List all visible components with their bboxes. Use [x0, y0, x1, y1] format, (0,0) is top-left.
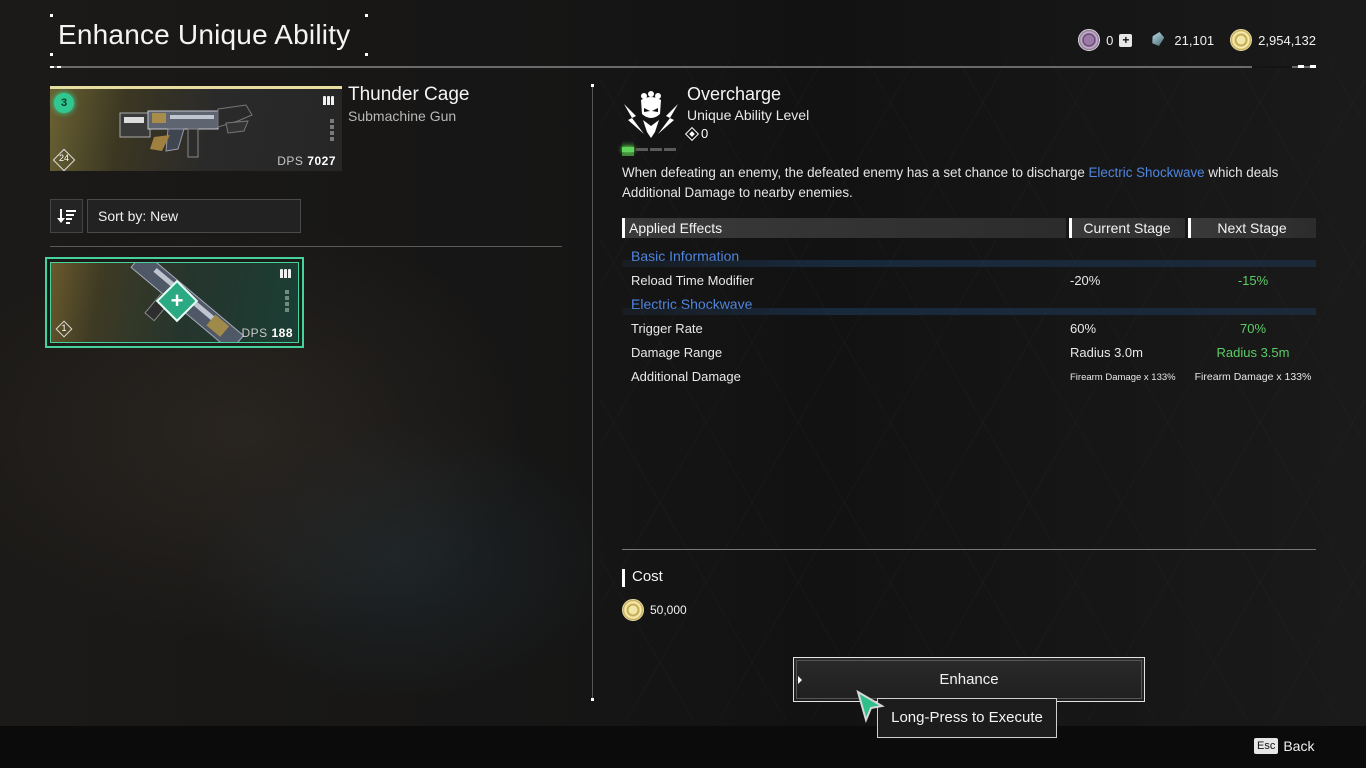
currency-crystal: 21,101 — [1148, 30, 1214, 50]
crystal-icon — [1148, 30, 1168, 50]
currency-gold: 2,954,132 — [1230, 29, 1316, 51]
rarity-badge: 3 — [54, 93, 74, 113]
weapon-image — [119, 104, 253, 158]
table-row: Trigger Rate 60% 70% — [631, 321, 1267, 336]
enhance-button[interactable]: Enhance — [793, 657, 1145, 702]
mouse-cursor-icon — [856, 690, 885, 724]
cost-heading: Cost — [622, 568, 663, 587]
page-title-frame: Enhance Unique Ability — [50, 14, 368, 56]
sort-icon — [56, 209, 76, 224]
panel-divider — [592, 84, 593, 700]
footer-bar — [0, 726, 1366, 768]
cost-divider — [622, 549, 1316, 550]
ability-description: When defeating an enemy, the defeated en… — [622, 165, 1279, 200]
gold-icon — [622, 599, 644, 621]
material-weapon-card[interactable]: + 1 DPS 188 — [45, 257, 304, 348]
module-slots — [285, 290, 289, 312]
list-divider — [50, 246, 562, 247]
ammo-type-icon — [323, 95, 335, 105]
overcharge-ability-icon — [624, 91, 678, 138]
background-pattern — [600, 60, 1366, 720]
level-pip — [636, 148, 648, 151]
weapon-name: Thunder Cage — [348, 84, 470, 105]
back-label: Back — [1283, 738, 1315, 754]
ammo-type-icon — [280, 268, 292, 278]
keyword-link[interactable]: Electric Shockwave — [1089, 165, 1205, 180]
weapon-dps: DPS 7027 — [277, 154, 336, 168]
level-pip — [622, 147, 634, 152]
caret-icon — [798, 676, 802, 684]
back-button[interactable]: Esc Back — [1254, 738, 1314, 754]
module-slots — [330, 119, 334, 141]
sort-order-button[interactable] — [50, 199, 83, 233]
level-pip — [664, 148, 676, 151]
gold-icon — [1230, 29, 1253, 51]
currency-caliber: 0 + — [1078, 29, 1133, 51]
header-next-stage: Next Stage — [1188, 218, 1316, 238]
cost-amount: 50,000 — [650, 603, 687, 617]
ability-level-progress — [622, 147, 676, 152]
table-row: Reload Time Modifier -20% -15% — [631, 273, 1269, 288]
ability-name: Overcharge — [687, 84, 782, 104]
currency-value: 2,954,132 — [1258, 32, 1316, 48]
section-basic-information: Basic Information — [622, 245, 1316, 269]
level-up-icon — [684, 126, 700, 141]
table-row: Damage Range Radius 3.0m Radius 3.5m — [631, 345, 1290, 360]
add-currency-button[interactable]: + — [1119, 33, 1133, 47]
sort-dropdown[interactable]: Sort by: New — [87, 199, 301, 233]
currency-value: 0 — [1106, 32, 1114, 48]
page-title: Enhance Unique Ability — [58, 19, 351, 50]
table-row: Additional Damage Firearm Damage x 133% … — [631, 369, 1312, 384]
currency-value: 21,101 — [1174, 32, 1215, 48]
section-electric-shockwave: Electric Shockwave — [622, 293, 1316, 317]
esc-key-icon: Esc — [1254, 738, 1279, 754]
caliber-token-icon — [1078, 29, 1101, 51]
weapon-level: 24 — [58, 153, 69, 163]
level-pip — [650, 148, 662, 151]
currency-bar: 0 + 21,101 2,954,132 — [1078, 29, 1316, 51]
cost-amount-row: 50,000 — [622, 599, 687, 621]
header-current-stage: Current Stage — [1069, 218, 1185, 238]
ability-subtitle: Unique Ability Level — [687, 107, 810, 123]
plus-icon: + — [170, 288, 184, 313]
long-press-tooltip: Long-Press to Execute — [877, 698, 1057, 738]
header-divider — [50, 65, 1316, 68]
weapon-type: Submachine Gun — [348, 108, 457, 124]
target-weapon-card: 3 24 DPS 7027 — [50, 86, 342, 172]
header-applied-effects: Applied Effects — [622, 218, 1066, 238]
ability-level-value: 0 — [701, 126, 709, 141]
ability-level: 0 — [684, 126, 709, 141]
material-dps: DPS 188 — [241, 326, 293, 340]
material-level: 1 — [61, 323, 67, 333]
